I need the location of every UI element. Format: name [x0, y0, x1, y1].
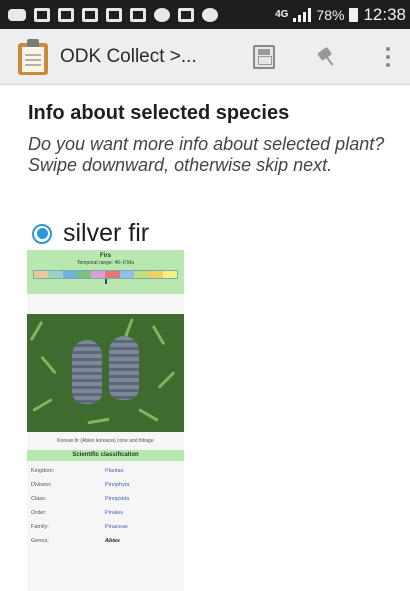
- choice-label[interactable]: silver fir: [63, 219, 149, 248]
- save-button[interactable]: [246, 39, 282, 75]
- species-info-image: Firs Temporal range: 46–0 Ma Korean fir …: [27, 250, 184, 591]
- game-controller-icon: [8, 8, 26, 21]
- classification-header: Scientific classification: [27, 450, 184, 461]
- wifi-icon: [154, 7, 170, 22]
- row-key: Class:: [31, 496, 47, 502]
- overflow-menu-button[interactable]: [370, 39, 406, 75]
- battery-icon: [349, 7, 359, 22]
- radio-button[interactable]: [32, 223, 52, 244]
- timeline-bar: [33, 270, 178, 279]
- notification-icons: [8, 7, 218, 22]
- check-icon: [202, 7, 218, 22]
- row-key: Order:: [31, 510, 47, 516]
- facebook-icon: [58, 7, 74, 22]
- table-row: Family: Pinaceae: [27, 520, 184, 534]
- choice-silver-fir[interactable]: silver fir: [32, 219, 149, 248]
- row-value: Pinopsida: [105, 496, 130, 502]
- app-title[interactable]: ODK Collect >...: [60, 46, 197, 68]
- message-icon: [178, 7, 194, 22]
- row-value: Pinaceae: [105, 524, 128, 530]
- infobox-temporal-range: Temporal range: 46–0 Ma: [77, 260, 134, 266]
- row-value: Pinales: [105, 510, 124, 516]
- more-vert-icon: [386, 47, 390, 67]
- row-value: Abies: [105, 538, 120, 544]
- save-icon: [253, 45, 275, 69]
- question-hint: Do you want more info about selected pla…: [28, 134, 385, 175]
- row-key: Genus:: [31, 538, 49, 544]
- go-to-prompt-button[interactable]: [310, 39, 346, 75]
- row-key: Family:: [31, 524, 49, 530]
- network-type: 4G: [275, 9, 289, 20]
- photo-caption: Korean fir (Abies koreana) cone and foli…: [57, 438, 154, 444]
- signal-icon: [293, 7, 312, 22]
- clipboard-icon: [18, 38, 48, 75]
- timeline-marker: [104, 279, 107, 284]
- status-bar: 4G 78% 12:38: [0, 0, 410, 29]
- row-value: Pinophyta: [105, 482, 130, 488]
- fir-cone-photo: [27, 314, 184, 432]
- infobox-header: Firs Temporal range: 46–0 Ma: [27, 250, 184, 294]
- clock: 12:38: [363, 4, 406, 24]
- row-key: Kingdom:: [31, 468, 55, 474]
- table-row: Kingdom: Plantae: [27, 464, 184, 478]
- mail-icon: [106, 7, 122, 22]
- table-row: Order: Pinales: [27, 506, 184, 520]
- battery-percent: 78%: [316, 6, 345, 23]
- gallery-icon: [130, 7, 146, 22]
- table-row: Division: Pinophyta: [27, 478, 184, 492]
- facebook-icon: [34, 7, 50, 22]
- row-key: Division:: [31, 482, 52, 488]
- table-row: Genus: Abies: [27, 534, 184, 548]
- question-heading: Info about selected species: [28, 102, 290, 124]
- facebook-icon: [82, 7, 98, 22]
- classification-table: Kingdom: Plantae Division: Pinophyta Class…: [27, 464, 184, 548]
- action-bar: ODK Collect >...: [0, 29, 410, 85]
- pin-icon: [313, 42, 344, 73]
- row-value: Plantae: [105, 468, 124, 474]
- table-row: Class: Pinopsida: [27, 492, 184, 506]
- infobox-genus: Firs: [99, 253, 111, 259]
